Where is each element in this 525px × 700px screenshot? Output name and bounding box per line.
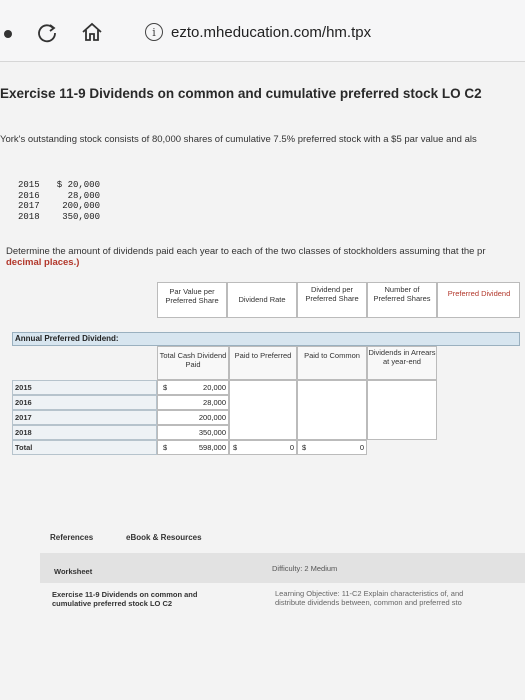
arrears-inputs[interactable] — [367, 380, 437, 440]
page-title: Exercise 11-9 Dividends on common and cu… — [0, 86, 482, 101]
total-value-2017: 200,000 — [198, 413, 226, 422]
dividend-year: 2018 — [18, 211, 40, 222]
dividend-list-row: 2018 350,000 — [18, 212, 100, 223]
reload-icon[interactable] — [36, 22, 58, 44]
references-link[interactable]: References — [50, 533, 93, 542]
row-label-2016: 2016 — [12, 395, 157, 410]
exercise-name: Exercise 11-9 Dividends on common and cu… — [52, 590, 197, 608]
dividend-amount: $ 20,000 — [56, 180, 100, 190]
header-par-value: Par Value per Preferred Share — [165, 287, 219, 305]
header-total-cash: Total Cash Dividend Paid — [159, 351, 227, 369]
ebook-link[interactable]: eBook & Resources — [126, 533, 202, 542]
preferred-dividend-cell[interactable] — [437, 282, 520, 318]
instruction-note: decimal places.) — [6, 257, 80, 268]
url-text: ezto.mheducation.com/hm.tpx — [171, 23, 372, 41]
row-label-2017: 2017 — [12, 410, 157, 425]
row-label-2015: 2015 — [12, 380, 157, 395]
browser-toolbar: i ezto.mheducation.com/hm.tpx — [0, 0, 525, 62]
paid-preferred-inputs[interactable] — [229, 380, 297, 440]
row-label-total: Total — [12, 440, 157, 455]
back-button[interactable] — [4, 30, 12, 38]
learning-objective-line: distribute dividends between, common and… — [275, 598, 462, 607]
paid-common-inputs[interactable] — [297, 380, 367, 440]
total-value-2018: 350,000 — [198, 428, 226, 437]
dividend-table: Par Value per Preferred Share Dividend R… — [12, 282, 520, 462]
difficulty-label: Difficulty: 2 Medium — [272, 564, 338, 573]
dividend-year: 2017 — [18, 201, 40, 211]
dividend-amount: 350,000 — [62, 211, 100, 222]
header-arrears: Dividends in Arrears at year-end — [368, 348, 436, 366]
exercise-name-line: Exercise 11-9 Dividends on common and — [52, 590, 198, 599]
home-icon[interactable] — [80, 20, 104, 44]
dividend-amount: 28,000 — [67, 190, 100, 201]
row-label-2018: 2018 — [12, 425, 157, 440]
paid-preferred-total-value: 0 — [289, 443, 294, 452]
dividend-amount: 200,000 — [62, 201, 100, 211]
dividend-year: 2015 — [18, 180, 40, 190]
total-value-2016: 28,000 — [203, 398, 226, 407]
learning-objective-line: Learning Objective: 11-C2 Explain charac… — [275, 589, 464, 598]
problem-description: York's outstanding stock consists of 80,… — [0, 134, 477, 145]
header-dividend-rate: Dividend Rate — [238, 295, 286, 304]
annual-preferred-label: Annual Preferred Dividend: — [15, 334, 119, 343]
dividend-list-row: 2017 200,000 — [18, 201, 100, 212]
total-value-2015: 20,000 — [203, 383, 226, 392]
paid-common-total-value: 0 — [359, 443, 364, 452]
header-paid-preferred: Paid to Preferred — [234, 351, 292, 360]
dividend-list-row: 2015 $ 20,000 — [18, 180, 100, 191]
dividend-list-row: 2016 28,000 — [18, 191, 100, 202]
learning-objective: Learning Objective: 11-C2 Explain charac… — [275, 589, 463, 607]
instruction-line: Determine the amount of dividends paid e… — [6, 246, 486, 257]
worksheet-label: Worksheet — [54, 567, 93, 576]
header-dividend-per-share: Dividend per Preferred Share — [305, 285, 359, 303]
info-icon[interactable]: i — [145, 23, 163, 41]
dividend-list: 2015 $ 20,000 2016 28,000 2017 200,000 2… — [18, 180, 100, 222]
instructions: Determine the amount of dividends paid e… — [6, 246, 486, 268]
header-number-of-shares: Number of Preferred Shares — [373, 285, 431, 303]
annual-preferred-dividend-row: Annual Preferred Dividend: — [12, 332, 520, 346]
exercise-name-line: cumulative preferred stock LO C2 — [52, 599, 173, 608]
header-paid-common: Paid to Common — [304, 351, 360, 360]
dividend-year: 2016 — [18, 190, 40, 201]
header-preferred-dividend: Preferred Dividend — [447, 289, 511, 298]
total-value-total: 598,000 — [198, 443, 226, 452]
address-bar[interactable]: i ezto.mheducation.com/hm.tpx — [145, 18, 395, 46]
